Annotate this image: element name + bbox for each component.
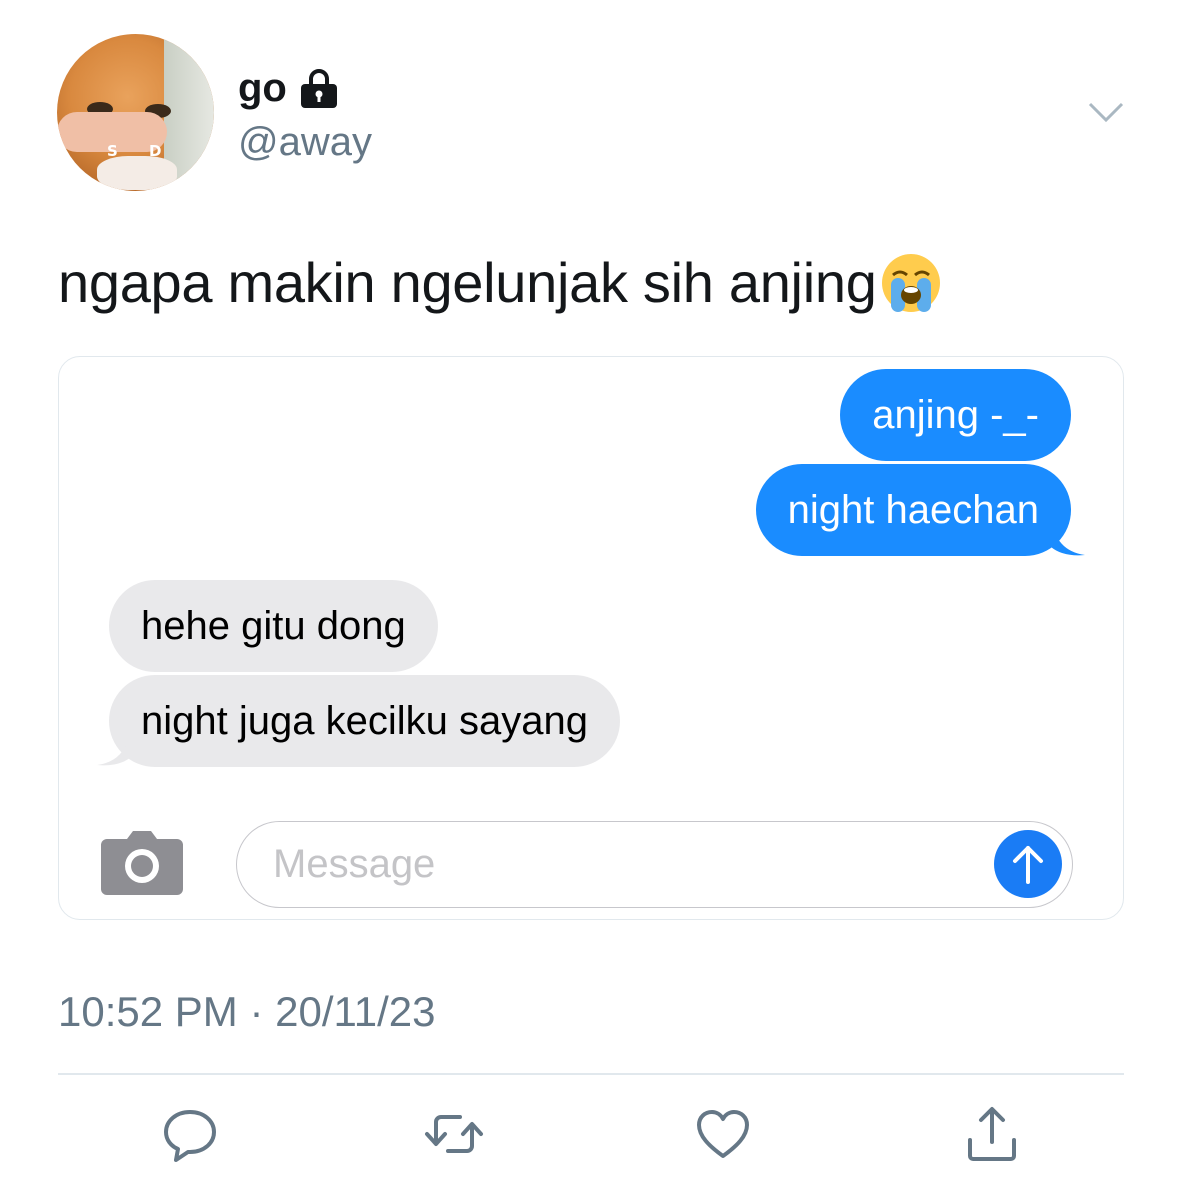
tweet-text-body: ngapa makin ngelunjak sih anjing: [58, 251, 877, 314]
avatar[interactable]: S D: [57, 34, 214, 191]
divider: [58, 1073, 1124, 1075]
heart-icon[interactable]: [693, 1104, 753, 1164]
bubble-tail-outgoing: [1051, 517, 1085, 556]
send-button[interactable]: [994, 830, 1062, 898]
retweet-icon[interactable]: [424, 1104, 484, 1164]
arrow-up-icon: [1013, 846, 1043, 884]
avatar-mouth: [97, 156, 177, 190]
message-input-placeholder: Message: [273, 842, 436, 886]
bubble-tail-incoming: [97, 727, 131, 766]
chat-screenshot-card[interactable]: anjing -_- night haechan hehe gitu dong …: [58, 356, 1124, 920]
tweet-timestamp[interactable]: 10:52 PM · 20/11/23: [58, 988, 435, 1036]
camera-icon[interactable]: [101, 831, 183, 895]
tweet-text: ngapa makin ngelunjak sih anjing: [58, 250, 943, 315]
display-name-row[interactable]: go: [238, 66, 341, 111]
message-text: anjing -_-: [872, 393, 1039, 437]
message-bubble-incoming: hehe gitu dong: [109, 580, 438, 672]
lock-icon: [300, 68, 337, 108]
display-name[interactable]: go: [238, 66, 287, 111]
chevron-down-icon[interactable]: [1088, 100, 1124, 124]
share-icon[interactable]: [962, 1104, 1022, 1164]
user-handle[interactable]: @away: [238, 120, 372, 165]
message-text: hehe gitu dong: [141, 604, 406, 648]
message-text: night haechan: [787, 488, 1039, 532]
avatar-letter-d: D: [149, 142, 162, 160]
message-input[interactable]: Message: [236, 821, 1073, 908]
message-bubble-incoming: night juga kecilku sayang: [109, 675, 620, 767]
message-text: night juga kecilku sayang: [141, 699, 588, 743]
message-bubble-outgoing: night haechan: [755, 464, 1071, 556]
message-bubble-outgoing: anjing -_-: [840, 369, 1071, 461]
loudly-crying-face-icon: [881, 253, 940, 312]
avatar-letter-s: S: [107, 142, 118, 160]
comment-icon[interactable]: [160, 1104, 220, 1164]
tweet-detail: S D go @away ngapa makin ngelunjak sih a…: [0, 0, 1181, 1200]
